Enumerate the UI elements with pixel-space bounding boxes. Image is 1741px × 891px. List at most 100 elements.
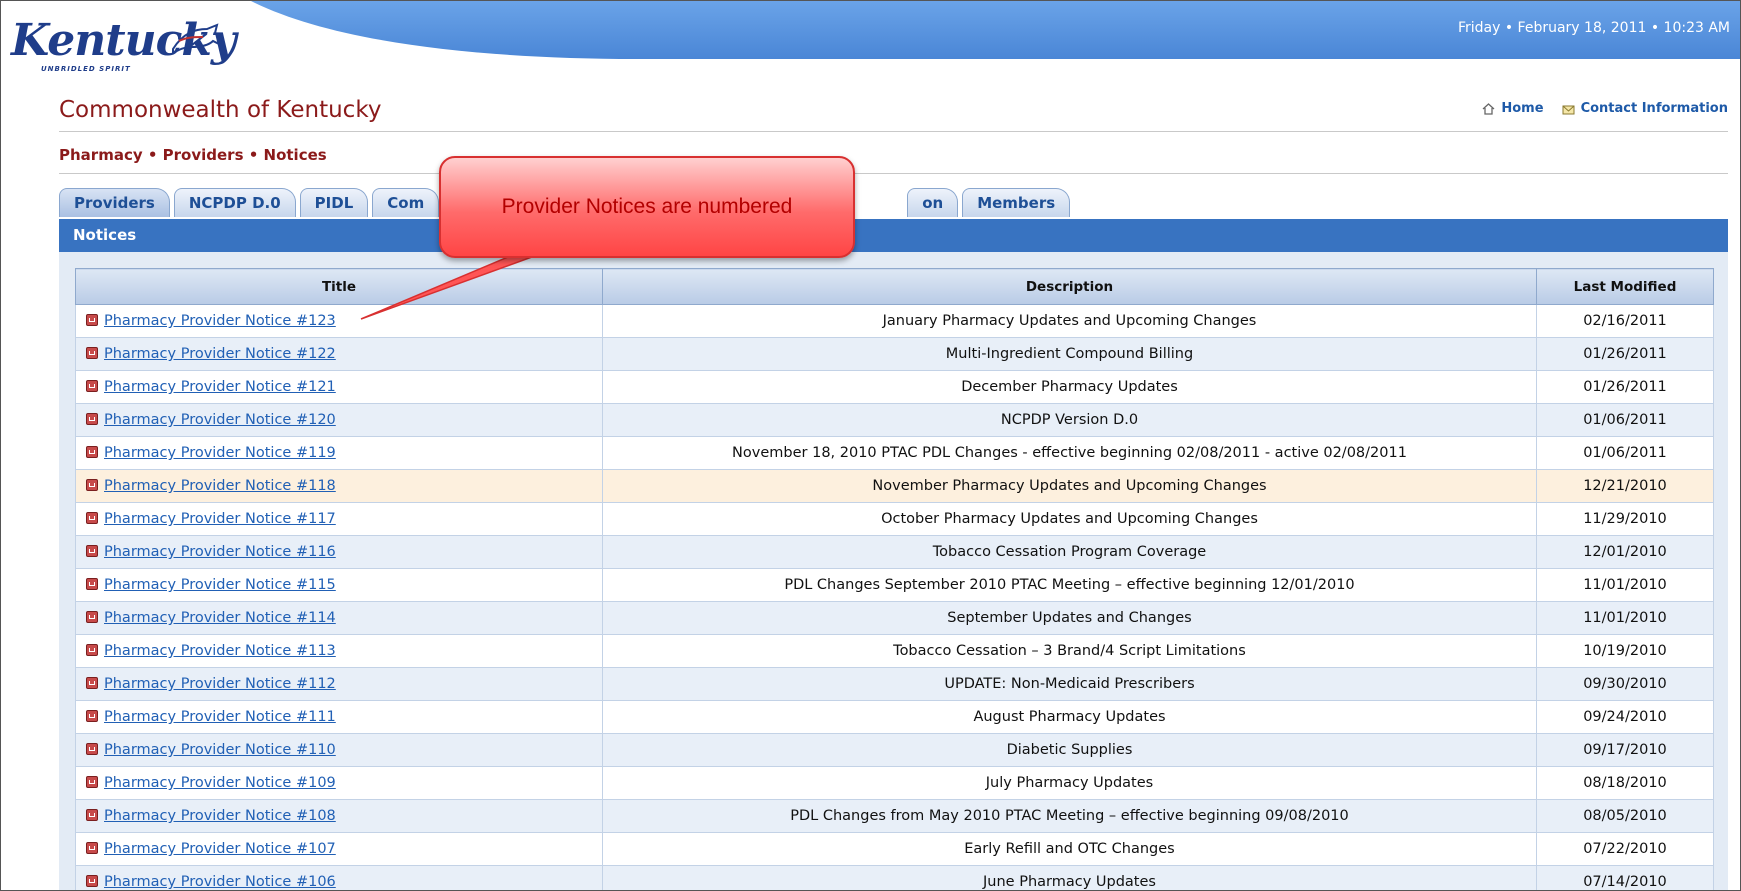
tab-ncpdp[interactable]: NCPDP D.0	[173, 188, 296, 217]
notice-title-cell: Pharmacy Provider Notice #115	[75, 568, 603, 602]
notice-link[interactable]: Pharmacy Provider Notice #107	[104, 841, 336, 857]
notice-description: October Pharmacy Updates and Upcoming Ch…	[602, 502, 1537, 536]
notice-description: NCPDP Version D.0	[602, 403, 1537, 437]
column-header-description[interactable]: Description	[602, 268, 1537, 305]
section-header: Notices	[59, 219, 1728, 252]
table-row: Pharmacy Provider Notice #122 Multi-Ingre…	[75, 337, 1714, 371]
notice-link[interactable]: Pharmacy Provider Notice #108	[104, 808, 336, 824]
contact-link[interactable]: Contact Information	[1562, 101, 1728, 116]
pdf-icon	[86, 644, 98, 656]
notice-link[interactable]: Pharmacy Provider Notice #110	[104, 742, 336, 758]
notice-description: June Pharmacy Updates	[602, 865, 1537, 890]
notice-title-cell: Pharmacy Provider Notice #110	[75, 733, 603, 767]
notice-title-cell: Pharmacy Provider Notice #123	[75, 304, 603, 338]
notice-date: 01/06/2011	[1536, 436, 1714, 470]
notice-description: UPDATE: Non-Medicaid Prescribers	[602, 667, 1537, 701]
pdf-icon	[86, 314, 98, 326]
notice-date: 08/05/2010	[1536, 799, 1714, 833]
notice-date: 02/16/2011	[1536, 304, 1714, 338]
notice-title-cell: Pharmacy Provider Notice #111	[75, 700, 603, 734]
notice-title-cell: Pharmacy Provider Notice #107	[75, 832, 603, 866]
contact-icon	[1562, 105, 1575, 114]
table-row: Pharmacy Provider Notice #113 Tobacco Ces…	[75, 634, 1714, 668]
pdf-icon	[86, 413, 98, 425]
table-row: Pharmacy Provider Notice #115 PDL Changes…	[75, 568, 1714, 602]
notice-link[interactable]: Pharmacy Provider Notice #109	[104, 775, 336, 791]
notice-date: 09/24/2010	[1536, 700, 1714, 734]
horse-icon	[172, 23, 224, 55]
notice-link[interactable]: Pharmacy Provider Notice #111	[104, 709, 336, 725]
page-frame: Friday • February 18, 2011 • 10:23 AM Ke…	[0, 0, 1741, 891]
table-row: Pharmacy Provider Notice #120 NCPDP Versi…	[75, 403, 1714, 437]
notice-date: 09/30/2010	[1536, 667, 1714, 701]
notice-description: Early Refill and OTC Changes	[602, 832, 1537, 866]
notice-title-cell: Pharmacy Provider Notice #119	[75, 436, 603, 470]
notice-title-cell: Pharmacy Provider Notice #106	[75, 865, 603, 890]
table-header-row: Title Description Last Modified	[75, 268, 1714, 305]
table-row: Pharmacy Provider Notice #112 UPDATE: Non…	[75, 667, 1714, 701]
table-row: Pharmacy Provider Notice #116 Tobacco Ces…	[75, 535, 1714, 569]
pdf-icon	[86, 710, 98, 722]
annotation-callout: Provider Notices are numbered	[439, 156, 855, 258]
notice-link[interactable]: Pharmacy Provider Notice #116	[104, 544, 336, 560]
table-body: Pharmacy Provider Notice #123 January Pha…	[75, 304, 1714, 890]
pdf-icon	[86, 743, 98, 755]
pdf-icon	[86, 875, 98, 887]
notice-link[interactable]: Pharmacy Provider Notice #113	[104, 643, 336, 659]
tab-pidl[interactable]: PIDL	[299, 188, 369, 217]
contact-label: Contact Information	[1580, 101, 1728, 116]
notice-date: 09/17/2010	[1536, 733, 1714, 767]
divider	[59, 131, 1728, 132]
home-link[interactable]: Home	[1482, 101, 1544, 116]
home-icon	[1482, 102, 1495, 115]
notice-link[interactable]: Pharmacy Provider Notice #121	[104, 379, 336, 395]
pdf-icon	[86, 479, 98, 491]
notice-link[interactable]: Pharmacy Provider Notice #112	[104, 676, 336, 692]
column-header-last-modified[interactable]: Last Modified	[1536, 268, 1714, 305]
notice-title-cell: Pharmacy Provider Notice #122	[75, 337, 603, 371]
notice-description: December Pharmacy Updates	[602, 370, 1537, 404]
notice-date: 08/18/2010	[1536, 766, 1714, 800]
table-row: Pharmacy Provider Notice #106 June Pharma…	[75, 865, 1714, 890]
notice-link[interactable]: Pharmacy Provider Notice #115	[104, 577, 336, 593]
notice-link[interactable]: Pharmacy Provider Notice #122	[104, 346, 336, 362]
notice-description: January Pharmacy Updates and Upcoming Ch…	[602, 304, 1537, 338]
table-row: Pharmacy Provider Notice #108 PDL Changes…	[75, 799, 1714, 833]
notice-title-cell: Pharmacy Provider Notice #116	[75, 535, 603, 569]
tab-com[interactable]: Com	[372, 188, 440, 217]
notice-description: Diabetic Supplies	[602, 733, 1537, 767]
pdf-icon	[86, 347, 98, 359]
notice-link[interactable]: Pharmacy Provider Notice #114	[104, 610, 336, 626]
breadcrumb: Pharmacy • Providers • Notices	[59, 146, 327, 164]
notice-date: 01/26/2011	[1536, 370, 1714, 404]
pdf-icon	[86, 677, 98, 689]
notice-link[interactable]: Pharmacy Provider Notice #120	[104, 412, 336, 428]
pdf-icon	[86, 842, 98, 854]
table-row: Pharmacy Provider Notice #107 Early Refil…	[75, 832, 1714, 866]
tab-providers[interactable]: Providers	[59, 188, 170, 217]
utility-links: Home Contact Information	[1482, 101, 1728, 116]
notice-link[interactable]: Pharmacy Provider Notice #117	[104, 511, 336, 527]
top-banner: Friday • February 18, 2011 • 10:23 AM	[1, 1, 1740, 59]
table-row: Pharmacy Provider Notice #123 January Pha…	[75, 304, 1714, 338]
notice-description: July Pharmacy Updates	[602, 766, 1537, 800]
tab-members[interactable]: Members	[962, 188, 1071, 217]
notice-link[interactable]: Pharmacy Provider Notice #118	[104, 478, 336, 494]
notice-date: 07/22/2010	[1536, 832, 1714, 866]
notice-date: 07/14/2010	[1536, 865, 1714, 890]
notice-description: September Updates and Changes	[602, 601, 1537, 635]
column-header-title[interactable]: Title	[75, 268, 603, 305]
logo-tagline: UNBRIDLED SPIRIT	[41, 65, 131, 73]
notice-link[interactable]: Pharmacy Provider Notice #106	[104, 874, 336, 890]
notice-link[interactable]: Pharmacy Provider Notice #119	[104, 445, 336, 461]
notice-description: November Pharmacy Updates and Upcoming C…	[602, 469, 1537, 503]
notice-date: 01/26/2011	[1536, 337, 1714, 371]
tab-on[interactable]: on	[907, 188, 959, 217]
pdf-icon	[86, 809, 98, 821]
notice-description: Tobacco Cessation Program Coverage	[602, 535, 1537, 569]
notice-title-cell: Pharmacy Provider Notice #113	[75, 634, 603, 668]
notice-link[interactable]: Pharmacy Provider Notice #123	[104, 313, 336, 329]
notice-title-cell: Pharmacy Provider Notice #117	[75, 502, 603, 536]
notice-title-cell: Pharmacy Provider Notice #121	[75, 370, 603, 404]
pdf-icon	[86, 446, 98, 458]
